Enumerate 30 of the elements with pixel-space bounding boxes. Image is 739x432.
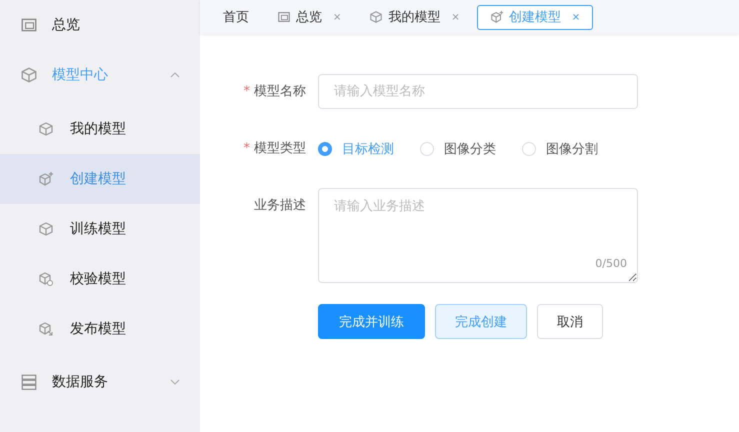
sidebar-item[interactable]: 数据服务	[0, 357, 200, 407]
sidebar-item[interactable]: 发布模型	[0, 304, 200, 354]
cube-icon	[38, 121, 54, 137]
cube-gear-icon	[38, 271, 54, 287]
radio-option[interactable]: 图像分割	[522, 140, 598, 158]
tab[interactable]: 首页	[212, 4, 260, 30]
field-label: 业务描述	[253, 197, 307, 215]
cube-icon	[369, 10, 384, 24]
sidebar-item[interactable]: 我的模型	[0, 104, 200, 154]
tab[interactable]: 总览 ×	[266, 4, 352, 30]
cube-plus-icon	[38, 171, 54, 187]
sidebar-item[interactable]: 训练模型	[0, 204, 200, 254]
tab[interactable]: 我的模型 ×	[358, 4, 471, 30]
radio-option[interactable]: 图像分类	[420, 140, 496, 158]
folder-icon	[277, 10, 291, 24]
server-stack-icon	[20, 373, 38, 391]
field-label: * 模型名称	[242, 83, 307, 101]
cube-icon	[38, 221, 54, 237]
sidebar-item[interactable]: 总览	[0, 0, 200, 50]
chevron-up-icon	[170, 70, 180, 80]
cancel-button[interactable]: 取消	[537, 304, 603, 339]
char-counter: 0/500	[595, 257, 627, 270]
input-field[interactable]: 请输入模型名称	[318, 74, 638, 109]
sidebar-item[interactable]: 校验模型	[0, 254, 200, 304]
cube-arrow-icon	[38, 321, 54, 337]
cube-plus-icon	[490, 10, 504, 24]
field-label: * 模型类型	[242, 140, 307, 158]
chevron-down-icon	[170, 377, 180, 387]
cube-icon	[20, 66, 38, 84]
folder-icon	[20, 16, 38, 34]
